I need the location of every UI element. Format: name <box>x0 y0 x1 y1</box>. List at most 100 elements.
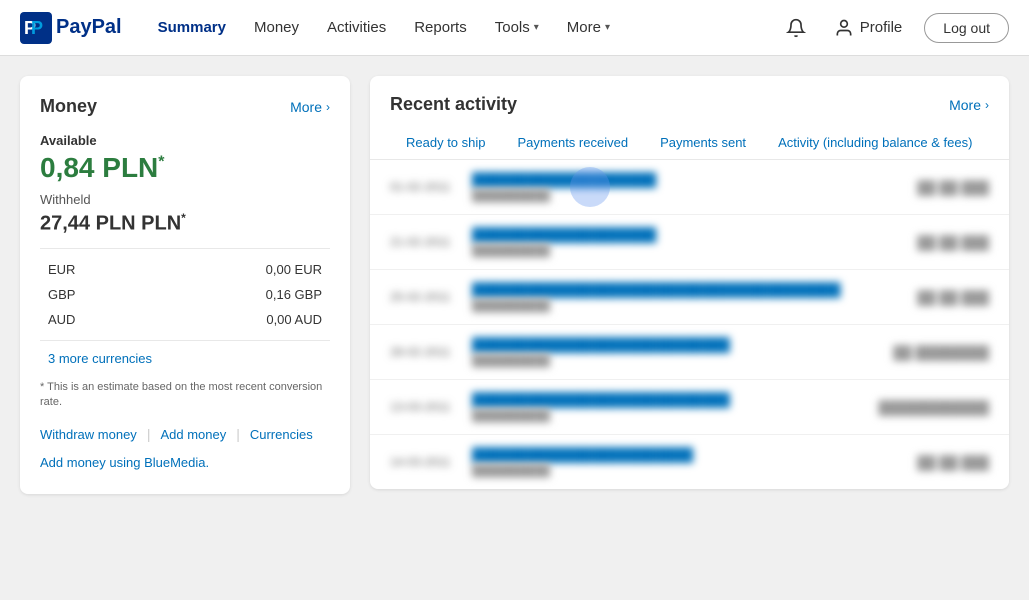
nav-activities[interactable]: Activities <box>315 11 398 44</box>
estimate-note: * This is an estimate based on the most … <box>40 380 330 411</box>
row-amount-1: ██ ██ ███ <box>917 180 989 195</box>
header: P P PayPal Summary Money Activities Repo… <box>0 0 1029 56</box>
activity-more-arrow-icon: › <box>985 98 989 112</box>
divider-1: | <box>147 426 151 442</box>
row-name-2: ████████████████████ <box>472 227 905 242</box>
money-more-link[interactable]: More › <box>290 99 330 115</box>
withdraw-money-link[interactable]: Withdraw money <box>40 427 137 442</box>
row-name-3: ████████████████████████████████████████ <box>472 282 905 297</box>
row-sub-5: ██████████ <box>472 410 866 422</box>
profile-icon <box>834 18 854 38</box>
divider-2: | <box>236 426 240 442</box>
currency-table: EUR 0,00 EUR GBP 0,16 GBP AUD 0,00 AUD <box>40 248 330 341</box>
money-card-header: Money More › <box>40 96 330 117</box>
bluemedia-link[interactable]: Add money using BlueMedia. <box>40 455 209 470</box>
profile-button[interactable]: Profile <box>824 12 913 44</box>
main-balance: 0,84 PLN* <box>40 152 330 184</box>
main-nav: Summary Money Activities Reports Tools ▾… <box>146 11 780 44</box>
table-row[interactable]: 21-02-2011 ████████████████████ ████████… <box>370 215 1009 270</box>
activity-tabs: Ready to ship Payments received Payments… <box>370 115 1009 160</box>
row-amount-6: ██ ██ ███ <box>917 455 989 470</box>
row-info-1: ████████████████████ ██████████ <box>472 172 905 202</box>
withheld-asterisk: * <box>181 211 186 225</box>
more-currencies-link[interactable]: 3 more currencies <box>40 347 330 370</box>
currency-code-eur: EUR <box>48 262 75 277</box>
paypal-logo-icon: P P <box>20 12 52 44</box>
row-amount-3: ██ ██ ███ <box>917 290 989 305</box>
row-name-5: ████████████████████████████ <box>472 392 866 407</box>
nav-tools[interactable]: Tools ▾ <box>483 11 551 44</box>
nav-reports[interactable]: Reports <box>402 11 479 44</box>
available-label: Available <box>40 133 330 148</box>
logo-area: P P PayPal <box>20 12 122 44</box>
svg-text:P: P <box>31 18 43 38</box>
nav-summary[interactable]: Summary <box>146 11 238 44</box>
tab-all-activity[interactable]: Activity (including balance & fees) <box>762 127 988 160</box>
paypal-wordmark: PayPal <box>56 16 122 39</box>
row-date-5: 13-03-2011 <box>390 400 460 414</box>
currency-row-gbp[interactable]: GBP 0,16 GBP <box>40 282 330 307</box>
activity-list: 01-02-2011 ████████████████████ ████████… <box>370 160 1009 489</box>
currency-amount-gbp: 0,16 GBP <box>266 287 322 302</box>
activity-header: Recent activity More › <box>370 76 1009 115</box>
table-row[interactable]: 14-03-2011 ████████████████████████ ████… <box>370 435 1009 489</box>
withheld-amount: 27,44 PLN PLN* <box>40 211 330 236</box>
currency-row-aud[interactable]: AUD 0,00 AUD <box>40 307 330 332</box>
table-row[interactable]: 25-02-2011 █████████████████████████████… <box>370 270 1009 325</box>
row-info-2: ████████████████████ ██████████ <box>472 227 905 257</box>
right-panel: Recent activity More › Ready to ship Pay… <box>370 76 1009 580</box>
row-info-6: ████████████████████████ ██████████ <box>472 447 905 477</box>
nav-more[interactable]: More ▾ <box>555 11 622 44</box>
profile-label: Profile <box>860 19 903 36</box>
row-sub-3: ██████████ <box>472 300 905 312</box>
currency-amount-aud: 0,00 AUD <box>266 312 322 327</box>
table-row[interactable]: 13-03-2011 ████████████████████████████ … <box>370 380 1009 435</box>
row-name-4: ████████████████████████████ <box>472 337 881 352</box>
left-panel: Money More › Available 0,84 PLN* Withhel… <box>20 76 350 580</box>
tools-chevron-icon: ▾ <box>534 22 539 33</box>
logout-button[interactable]: Log out <box>924 13 1009 43</box>
activity-title: Recent activity <box>390 94 517 115</box>
row-info-4: ████████████████████████████ ██████████ <box>472 337 881 367</box>
table-row[interactable]: 01-02-2011 ████████████████████ ████████… <box>370 160 1009 215</box>
more-chevron-icon: ▾ <box>605 22 610 33</box>
tab-ready-to-ship[interactable]: Ready to ship <box>390 127 502 160</box>
currencies-link[interactable]: Currencies <box>250 427 313 442</box>
action-links: Withdraw money | Add money | Currencies <box>40 426 330 442</box>
row-date-2: 21-02-2011 <box>390 235 460 249</box>
money-card: Money More › Available 0,84 PLN* Withhel… <box>20 76 350 494</box>
currency-code-aud: AUD <box>48 312 75 327</box>
activity-card: Recent activity More › Ready to ship Pay… <box>370 76 1009 489</box>
currency-code-gbp: GBP <box>48 287 75 302</box>
row-sub-1: ██████████ <box>472 190 905 202</box>
table-row[interactable]: 28-02-2011 ████████████████████████████ … <box>370 325 1009 380</box>
notifications-button[interactable] <box>780 12 812 44</box>
currency-row-eur[interactable]: EUR 0,00 EUR <box>40 257 330 282</box>
row-name-1: ████████████████████ <box>472 172 905 187</box>
main-content: Money More › Available 0,84 PLN* Withhel… <box>0 56 1029 600</box>
withheld-label: Withheld <box>40 192 330 207</box>
row-date-6: 14-03-2011 <box>390 455 460 469</box>
row-sub-4: ██████████ <box>472 355 881 367</box>
row-amount-4: ██ ████████ <box>893 345 989 360</box>
row-amount-2: ██ ██ ███ <box>917 235 989 250</box>
money-card-title: Money <box>40 96 97 117</box>
row-date-1: 01-02-2011 <box>390 180 460 194</box>
add-money-link[interactable]: Add money <box>160 427 226 442</box>
tab-payments-sent[interactable]: Payments sent <box>644 127 762 160</box>
money-more-arrow-icon: › <box>326 100 330 114</box>
asterisk-mark: * <box>158 154 164 171</box>
row-info-5: ████████████████████████████ ██████████ <box>472 392 866 422</box>
row-name-6: ████████████████████████ <box>472 447 905 462</box>
header-right: Profile Log out <box>780 12 1009 44</box>
row-sub-6: ██████████ <box>472 465 905 477</box>
row-date-3: 25-02-2011 <box>390 290 460 304</box>
tab-payments-received[interactable]: Payments received <box>502 127 645 160</box>
activity-more-link[interactable]: More › <box>949 97 989 113</box>
row-amount-5: ████████████ <box>878 400 989 415</box>
row-info-3: ████████████████████████████████████████… <box>472 282 905 312</box>
nav-money[interactable]: Money <box>242 11 311 44</box>
currency-amount-eur: 0,00 EUR <box>266 262 322 277</box>
bell-icon <box>786 18 806 38</box>
row-sub-2: ██████████ <box>472 245 905 257</box>
